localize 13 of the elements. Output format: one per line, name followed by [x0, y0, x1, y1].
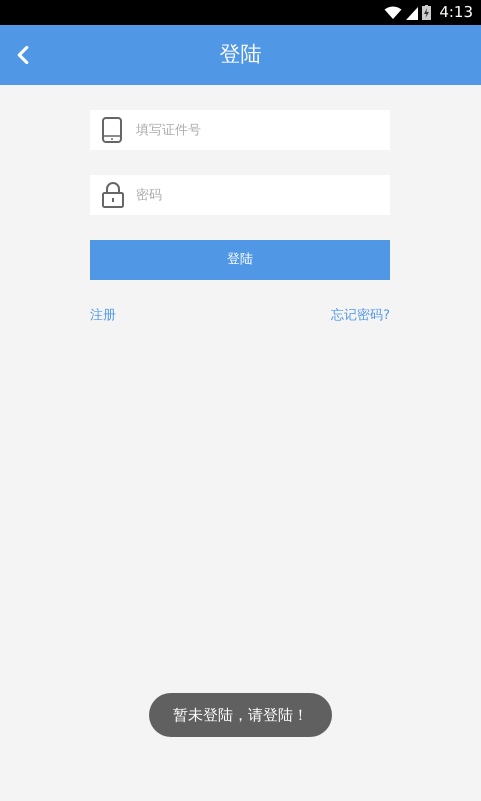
- status-time: 4:13: [439, 2, 473, 24]
- id-number-field[interactable]: 填写证件号: [90, 110, 390, 150]
- phone-icon: [102, 117, 122, 143]
- toast-message: 暂未登陆，请登陆！: [149, 693, 332, 737]
- signal-icon: [406, 6, 418, 20]
- wifi-icon: [384, 6, 402, 20]
- forgot-password-link[interactable]: 忘记密码?: [331, 306, 390, 326]
- header-title: 登陆: [220, 41, 262, 68]
- register-link[interactable]: 注册: [90, 306, 116, 326]
- password-field[interactable]: 密码: [90, 175, 390, 215]
- lock-icon: [102, 182, 124, 208]
- login-button[interactable]: 登陆: [90, 240, 390, 280]
- battery-icon: [422, 5, 432, 20]
